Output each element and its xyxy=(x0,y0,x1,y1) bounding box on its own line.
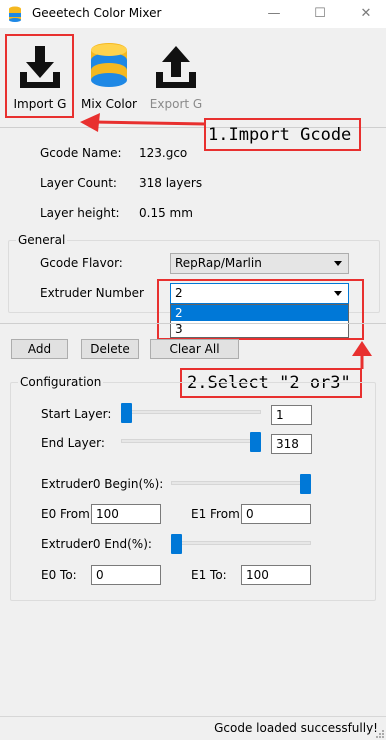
delete-button[interactable]: Delete xyxy=(81,339,139,359)
end-layer-slider-thumb[interactable] xyxy=(250,432,261,452)
layer-count-value: 318 layers xyxy=(139,176,203,190)
e1-from-label: E1 From: xyxy=(191,507,244,521)
database-icon xyxy=(91,43,127,87)
status-text: Gcode loaded successfully! xyxy=(214,721,378,735)
end-layer-label: End Layer: xyxy=(41,436,105,450)
layer-height-label: Layer height: xyxy=(40,206,120,220)
export-gcode-button[interactable]: Export G xyxy=(140,42,212,122)
gcode-flavor-value: RepRap/Marlin xyxy=(175,256,262,270)
start-layer-label: Start Layer: xyxy=(41,407,112,421)
gcode-flavor-select[interactable]: RepRap/Marlin xyxy=(170,253,349,274)
extruder0-end-slider-thumb[interactable] xyxy=(171,534,182,554)
configuration-group-title: Configuration xyxy=(18,375,104,389)
gcode-name-value: 123.gco xyxy=(139,146,188,160)
window-title: Geeetech Color Mixer xyxy=(32,6,162,20)
arrow-up-icon xyxy=(352,341,372,369)
layer-height-value: 0.15 mm xyxy=(139,206,193,220)
export-icon xyxy=(156,46,196,88)
layer-count-label: Layer Count: xyxy=(40,176,117,190)
start-layer-slider-thumb[interactable] xyxy=(121,403,132,423)
step1-callout-box: 1.Import Gcode xyxy=(204,118,361,151)
mix-color-label: Mix Color xyxy=(81,97,137,111)
export-label: Export G xyxy=(149,97,203,111)
extruder0-end-slider[interactable] xyxy=(171,541,311,545)
e1-to-label: E1 To: xyxy=(191,568,227,582)
extruder0-begin-slider[interactable] xyxy=(171,481,311,485)
mix-color-button[interactable]: Mix Color xyxy=(73,42,145,122)
add-button[interactable]: Add xyxy=(11,339,68,359)
resize-grip-icon[interactable] xyxy=(374,728,384,738)
start-layer-slider[interactable] xyxy=(121,410,261,414)
general-group-title: General xyxy=(16,233,68,247)
extruder0-end-label: Extruder0 End(%): xyxy=(41,537,152,551)
e0-to-input[interactable]: 0 xyxy=(91,565,161,585)
clear-all-button[interactable]: Clear All xyxy=(150,339,239,359)
e0-from-label: E0 From: xyxy=(41,507,94,521)
gcode-flavor-label: Gcode Flavor: xyxy=(40,256,123,270)
start-layer-input[interactable]: 1 xyxy=(271,405,312,425)
import-highlight-box xyxy=(5,34,74,118)
arrow-left-icon xyxy=(80,113,207,132)
e1-to-input[interactable]: 100 xyxy=(241,565,311,585)
general-divider xyxy=(0,323,386,324)
extruder-number-label: Extruder Number xyxy=(40,286,144,300)
step1-callout-text: 1.Import Gcode xyxy=(208,125,352,145)
extruder0-begin-label: Extruder0 Begin(%): xyxy=(41,477,164,491)
chevron-down-icon xyxy=(334,261,342,266)
end-layer-input[interactable]: 318 xyxy=(271,434,312,454)
extruder-highlight-box xyxy=(157,279,364,340)
title-bar: Geeetech Color Mixer — ☐ ✕ xyxy=(0,0,386,28)
status-bar: Gcode loaded successfully! xyxy=(0,716,386,740)
extruder0-begin-slider-thumb[interactable] xyxy=(300,474,311,494)
minimize-button[interactable]: — xyxy=(262,3,286,25)
e0-to-label: E0 To: xyxy=(41,568,77,582)
app-database-icon xyxy=(9,6,21,22)
maximize-button[interactable]: ☐ xyxy=(308,3,332,25)
gcode-name-label: Gcode Name: xyxy=(40,146,122,160)
end-layer-slider[interactable] xyxy=(121,439,261,443)
close-button[interactable]: ✕ xyxy=(354,3,378,25)
e1-from-input[interactable]: 0 xyxy=(241,504,311,524)
e0-from-input[interactable]: 100 xyxy=(91,504,161,524)
